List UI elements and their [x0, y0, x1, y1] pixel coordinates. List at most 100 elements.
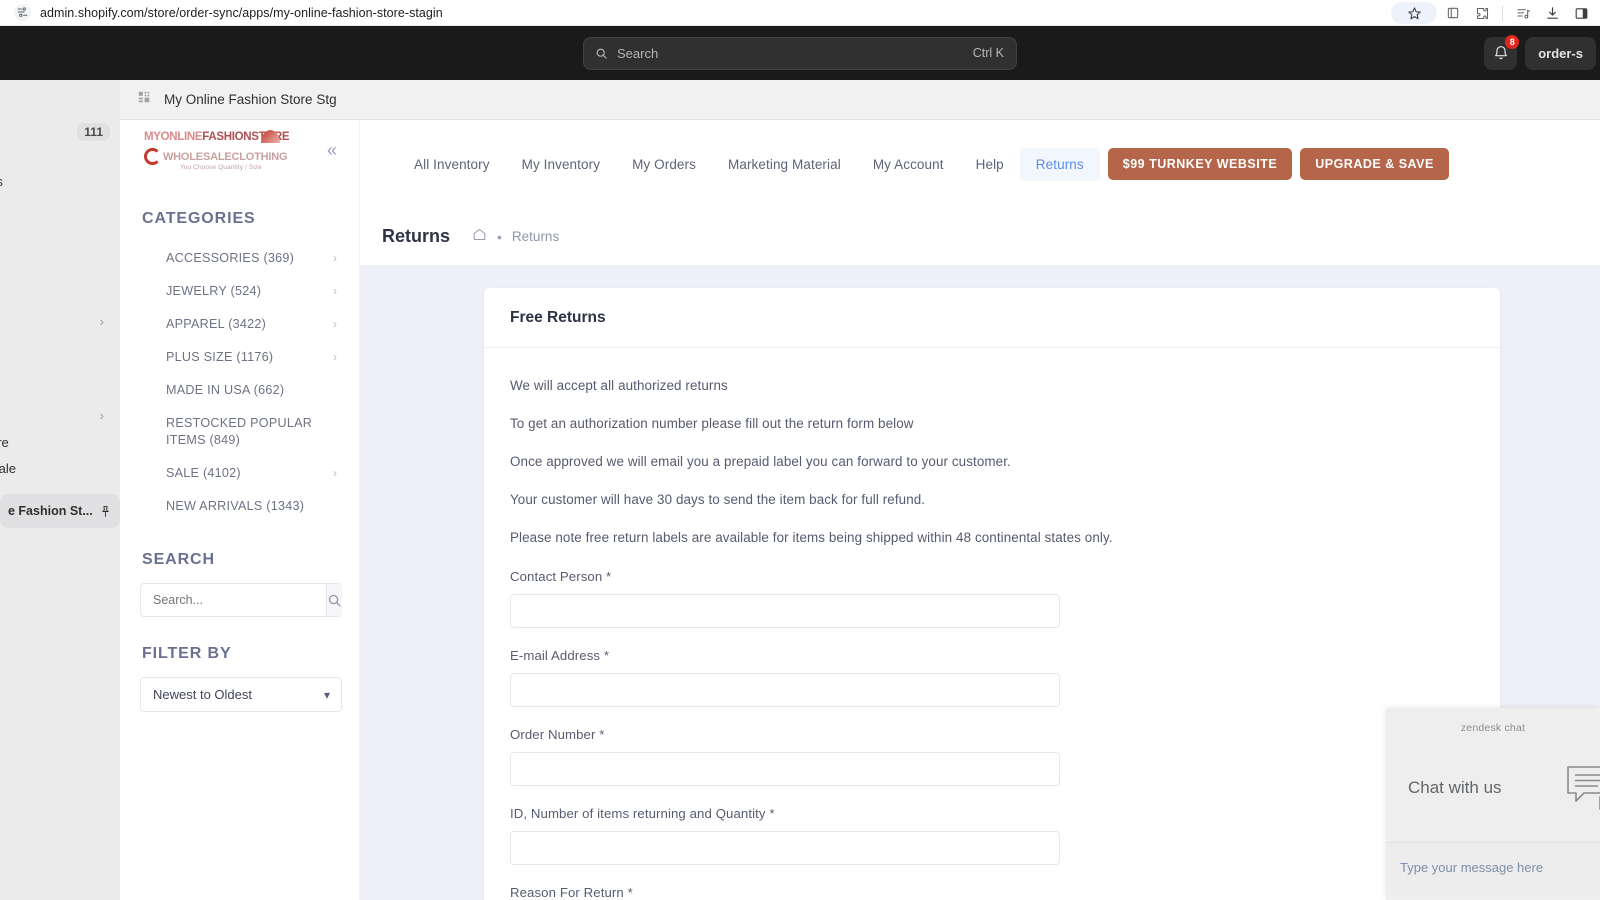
- shopify-search-placeholder: Search: [617, 45, 659, 61]
- store-logo[interactable]: MYONLINEFASHIONSTORE WHOLESALECLOTHING Y…: [120, 120, 359, 182]
- sidebar-chevron-icon-2[interactable]: ›: [100, 408, 104, 423]
- zendesk-chat-header[interactable]: Chat with us: [1386, 734, 1600, 842]
- filter-select-wrap: Newest to Oldest Oldest to Newest Price …: [140, 677, 342, 712]
- category-label: APPAREL (3422): [166, 317, 267, 331]
- card-body: We will accept all authorized returns To…: [484, 348, 1500, 900]
- logo-line-2-wrap: WHOLESALECLOTHING: [144, 148, 288, 165]
- app-main: All Inventory My Inventory My Orders Mar…: [360, 120, 1600, 900]
- field-label: Order Number *: [510, 726, 605, 742]
- sidebar-search[interactable]: [140, 583, 342, 617]
- category-item-apparel[interactable]: APPAREL (3422) ›: [120, 308, 359, 341]
- returns-paragraph: Your customer will have 30 days to send …: [510, 492, 926, 508]
- upgrade-and-save-button[interactable]: UPGRADE & SAVE: [1300, 148, 1449, 180]
- shopify-topbar: Search Ctrl K 8 order-s: [0, 26, 1600, 80]
- store-account-button[interactable]: order-s: [1525, 36, 1596, 70]
- category-item-sale[interactable]: SALE (4102) ›: [120, 457, 359, 490]
- embedded-app: MYONLINEFASHIONSTORE WHOLESALECLOTHING Y…: [120, 120, 1600, 900]
- sidebar-search-button[interactable]: [326, 584, 342, 616]
- category-item-plus-size[interactable]: PLUS SIZE (1176) ›: [120, 341, 359, 374]
- bookmark-star-icon[interactable]: [1391, 2, 1437, 24]
- toolbar-divider: [1502, 5, 1503, 21]
- category-item-restocked-popular-items[interactable]: RESTOCKED POPULAR ITEMS (849): [120, 407, 359, 457]
- zendesk-chat-input[interactable]: Type your message here: [1386, 842, 1600, 892]
- chat-bubble-icon: [1564, 761, 1600, 816]
- sidebar-search-input[interactable]: [141, 584, 326, 616]
- sidebar-item-orders[interactable]: rs: [0, 174, 3, 189]
- nav-my-account[interactable]: My Account: [857, 148, 960, 181]
- field-contact-person: Contact Person *: [510, 569, 1474, 628]
- chat-with-us-title: Chat with us: [1408, 778, 1502, 797]
- contact-person-input[interactable]: [510, 593, 1060, 628]
- orders-count-badge: 111: [77, 123, 110, 141]
- site-settings-icon[interactable]: [14, 4, 31, 21]
- email-address-input[interactable]: [510, 672, 1060, 707]
- id-quantity-input[interactable]: [510, 830, 1060, 865]
- field-label: Reason For Return *: [510, 884, 633, 900]
- field-label: ID, Number of items returning and Quanti…: [510, 805, 775, 821]
- nav-my-orders[interactable]: My Orders: [616, 148, 712, 181]
- app-title-bar: My Online Fashion Store Stg: [120, 80, 1600, 120]
- collapse-sidebar-icon[interactable]: «: [327, 140, 337, 161]
- returns-paragraph: We will accept all authorized returns: [510, 378, 728, 393]
- category-label: PLUS SIZE (1176): [166, 350, 274, 364]
- logo-c-mark-icon: [144, 148, 161, 165]
- category-label: RESTOCKED POPULAR ITEMS (849): [166, 416, 313, 447]
- chevron-right-icon: ›: [333, 317, 337, 331]
- card-header: Free Returns: [484, 288, 1500, 348]
- nav-returns[interactable]: Returns: [1019, 147, 1100, 181]
- page-title: Returns: [382, 226, 451, 246]
- bell-icon: [1494, 46, 1507, 60]
- zendesk-chat-widget[interactable]: zendesk chat Chat with us Type your mess…: [1386, 708, 1600, 900]
- card-title: Free Returns: [510, 308, 606, 326]
- nav-marketing-material[interactable]: Marketing Material: [712, 148, 857, 181]
- nav-help[interactable]: Help: [960, 148, 1020, 181]
- field-id-quantity: ID, Number of items returning and Quanti…: [510, 806, 1474, 865]
- shopify-topbar-actions: 8 order-s: [1484, 26, 1600, 80]
- extensions-puzzle-icon[interactable]: [1469, 2, 1495, 24]
- turnkey-website-button[interactable]: $99 TURNKEY WEBSITE: [1107, 148, 1293, 180]
- category-item-accessories[interactable]: ACCESSORIES (369) ›: [120, 242, 359, 275]
- sidebar-chevron-icon-1[interactable]: ›: [100, 314, 104, 329]
- order-number-input[interactable]: [510, 751, 1060, 786]
- media-playlist-icon[interactable]: [1510, 2, 1536, 24]
- search-icon: [328, 594, 341, 606]
- shopify-search-shortcut: Ctrl K: [972, 46, 1004, 60]
- logo-tagline: You Choose Quantity / Size: [180, 164, 262, 171]
- category-label: SALE (4102): [166, 466, 241, 480]
- chevron-right-icon: ›: [333, 350, 337, 364]
- chevron-right-icon: ›: [333, 284, 337, 298]
- sidebar-pinned-app-label: e Fashion St...: [8, 504, 93, 518]
- downloads-icon[interactable]: [1539, 2, 1565, 24]
- categories-heading: CATEGORIES: [142, 210, 256, 227]
- filter-sort-select[interactable]: Newest to Oldest Oldest to Newest Price …: [140, 677, 342, 712]
- search-heading: SEARCH: [142, 551, 215, 568]
- free-returns-card: Free Returns We will accept all authoriz…: [484, 288, 1500, 900]
- nav-my-inventory[interactable]: My Inventory: [506, 148, 616, 181]
- returns-paragraph: To get an authorization number please fi…: [510, 416, 914, 432]
- notification-badge: 8: [1505, 34, 1520, 49]
- reading-list-icon[interactable]: [1440, 2, 1466, 24]
- field-reason-for-return: Reason For Return *: [510, 885, 1474, 900]
- app-top-navigation: All Inventory My Inventory My Orders Mar…: [360, 120, 1600, 208]
- sidebar-item-point-of-sale[interactable]: Sale: [0, 461, 16, 476]
- returns-paragraph: Once approved we will email you a prepai…: [510, 454, 1011, 470]
- sidebar-pinned-app[interactable]: e Fashion St...: [0, 494, 120, 528]
- sidebar-item-online-store[interactable]: ore: [0, 435, 9, 450]
- breadcrumb: • Returns: [472, 227, 559, 247]
- breadcrumb-current: Returns: [511, 229, 560, 244]
- side-panel-icon[interactable]: [1568, 2, 1594, 24]
- category-item-jewelry[interactable]: JEWELRY (524) ›: [120, 275, 359, 308]
- nav-all-inventory[interactable]: All Inventory: [398, 148, 506, 181]
- page-header: Returns • Returns: [360, 208, 1600, 266]
- category-item-new-arrivals[interactable]: NEW ARRIVALS (1343): [120, 490, 359, 523]
- shopify-search-input[interactable]: Search Ctrl K: [583, 36, 1017, 70]
- notifications-button[interactable]: 8: [1484, 34, 1520, 70]
- home-icon[interactable]: [472, 227, 487, 247]
- category-item-made-in-usa[interactable]: MADE IN USA (662): [120, 374, 359, 407]
- breadcrumb-separator: •: [497, 228, 502, 245]
- address-bar[interactable]: admin.shopify.com/store/order-sync/apps/…: [14, 4, 443, 21]
- field-email-address: E-mail Address *: [510, 648, 1474, 707]
- chevron-right-icon: ›: [333, 251, 337, 265]
- category-label: JEWELRY (524): [166, 284, 262, 298]
- field-label: Contact Person *: [510, 568, 612, 584]
